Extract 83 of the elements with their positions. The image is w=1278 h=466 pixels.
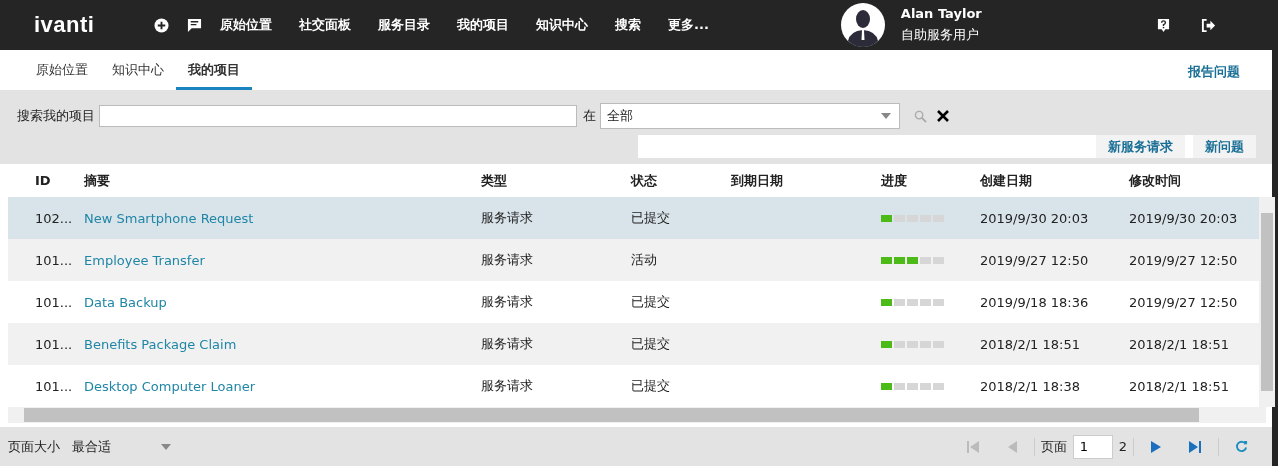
table-row[interactable]: 101... Employee Transfer 服务请求 活动 2019/9/27 12:50 2019/9/27 12:50 xyxy=(8,239,1259,281)
user-name: Alan Taylor xyxy=(900,6,982,21)
progress-bar xyxy=(881,382,945,390)
last-page-icon[interactable] xyxy=(1188,440,1202,453)
report-link[interactable]: 报告问题 xyxy=(1188,50,1240,90)
progress-bar xyxy=(881,214,945,222)
nav-link[interactable]: 知识中心 xyxy=(536,16,588,34)
nav-link[interactable]: 服务目录 xyxy=(378,16,430,34)
table-cell-text: 2019/9/18 18:36 xyxy=(980,294,1090,310)
summary-link[interactable]: Employee Transfer xyxy=(84,252,205,268)
table-cell-text: 已提交 xyxy=(631,209,671,227)
column-header[interactable]: ID xyxy=(8,173,84,188)
tab[interactable]: 知识中心 xyxy=(100,50,176,90)
page-field[interactable]: 1 xyxy=(1072,434,1113,459)
in-label: 在 xyxy=(583,107,596,125)
table-cell-text: 服务请求 xyxy=(481,377,534,395)
tab[interactable]: 原始位置 xyxy=(24,50,100,90)
action-button[interactable]: 新服务请求 xyxy=(1096,135,1185,158)
table-cell-text: 2018/2/1 18:51 xyxy=(980,336,1081,352)
table-cell-text: 2018/2/1 18:38 xyxy=(980,378,1081,394)
table-cell-text: 2019/9/27 12:50 xyxy=(980,252,1090,268)
close-icon[interactable] xyxy=(937,110,949,122)
table-cell-text: 2019/9/30 20:03 xyxy=(1129,210,1239,226)
table-cell-text: 已提交 xyxy=(631,377,671,395)
tab[interactable]: 我的项目 xyxy=(176,50,252,90)
vertical-scrollbar[interactable] xyxy=(1259,197,1275,407)
progress-bar xyxy=(881,256,945,264)
table-row[interactable]: 102... New Smartphone Request 服务请求 已提交 2019/9/30 20:03 2019/9/30 20:03 xyxy=(8,197,1259,239)
table-cell-text: 服务请求 xyxy=(481,293,534,311)
nav-link[interactable]: 我的项目 xyxy=(457,16,509,34)
page-size-dropdown[interactable]: 最合适 xyxy=(72,437,171,456)
table-cell-text: 2018/2/1 18:51 xyxy=(1129,378,1230,394)
page-size-label: 页面大小 xyxy=(8,437,60,456)
table-row[interactable]: 101... Benefits Package Claim 服务请求 已提交 2018/2/1 18:51 2018/2/1 18:51 xyxy=(8,323,1259,365)
table-cell-text: 102... xyxy=(34,210,74,226)
table-cell-text: 101... xyxy=(34,336,74,352)
user-role: 自助服务用户 xyxy=(900,26,980,44)
table-cell-text: 2019/9/27 12:50 xyxy=(1129,294,1239,310)
avatar-icon[interactable] xyxy=(840,3,885,47)
nav-link[interactable]: 原始位置 xyxy=(220,16,272,34)
help-icon[interactable] xyxy=(1157,17,1170,33)
summary-link[interactable]: Data Backup xyxy=(84,294,167,310)
column-header[interactable]: 状态 xyxy=(631,171,731,190)
table-cell-text: 服务请求 xyxy=(481,209,534,227)
summary-link[interactable]: Desktop Computer Loaner xyxy=(84,378,256,394)
chat-icon[interactable] xyxy=(187,17,202,33)
table-cell-text: 服务请求 xyxy=(481,251,534,269)
sign-out-icon[interactable] xyxy=(1201,17,1216,33)
table-cell-text: 101... xyxy=(34,252,74,268)
column-header[interactable]: 进度 xyxy=(881,171,980,190)
column-header[interactable]: 创建日期 xyxy=(980,171,1129,190)
next-page-icon[interactable] xyxy=(1150,440,1162,453)
summary-link[interactable]: Benefits Package Claim xyxy=(84,336,237,352)
progress-bar xyxy=(881,340,945,348)
table-cell-text: 2019/9/27 12:50 xyxy=(1129,252,1239,268)
nav-link[interactable]: 社交面板 xyxy=(299,16,351,34)
progress-bar xyxy=(881,298,945,306)
column-header[interactable]: 修改时间 xyxy=(1129,171,1259,190)
table-cell-text: 2018/2/1 18:51 xyxy=(1129,336,1230,352)
table-cell-text: 活动 xyxy=(631,251,658,269)
nav-link[interactable]: 搜索 xyxy=(615,16,641,34)
nav-link[interactable]: 更多... xyxy=(668,16,709,34)
column-header[interactable]: 类型 xyxy=(481,171,631,190)
table-cell-text: 101... xyxy=(34,294,74,310)
table-cell-text: 已提交 xyxy=(631,293,671,311)
logo[interactable]: ivanti xyxy=(0,12,154,38)
page-label: 页面 xyxy=(1040,437,1067,456)
action-button[interactable]: 新问题 xyxy=(1193,135,1256,158)
caret-icon xyxy=(881,113,891,119)
table-cell-text: 已提交 xyxy=(631,335,671,353)
refresh-icon[interactable] xyxy=(1235,440,1248,453)
table-cell-text: 服务请求 xyxy=(481,335,534,353)
add-icon[interactable] xyxy=(154,17,169,33)
scope-dropdown[interactable]: 全部 xyxy=(600,103,900,129)
search-label: 搜索我的项目 xyxy=(17,107,95,125)
table-cell-text: 101... xyxy=(34,378,74,394)
horizontal-scrollbar[interactable] xyxy=(8,407,1266,423)
table-cell-text: 2019/9/30 20:03 xyxy=(980,210,1090,226)
column-header[interactable]: 摘要 xyxy=(84,171,481,190)
caret-icon xyxy=(161,443,171,450)
search-field[interactable] xyxy=(99,105,577,127)
page-count: 2 xyxy=(1118,439,1127,454)
column-header[interactable]: 到期日期 xyxy=(731,171,881,190)
